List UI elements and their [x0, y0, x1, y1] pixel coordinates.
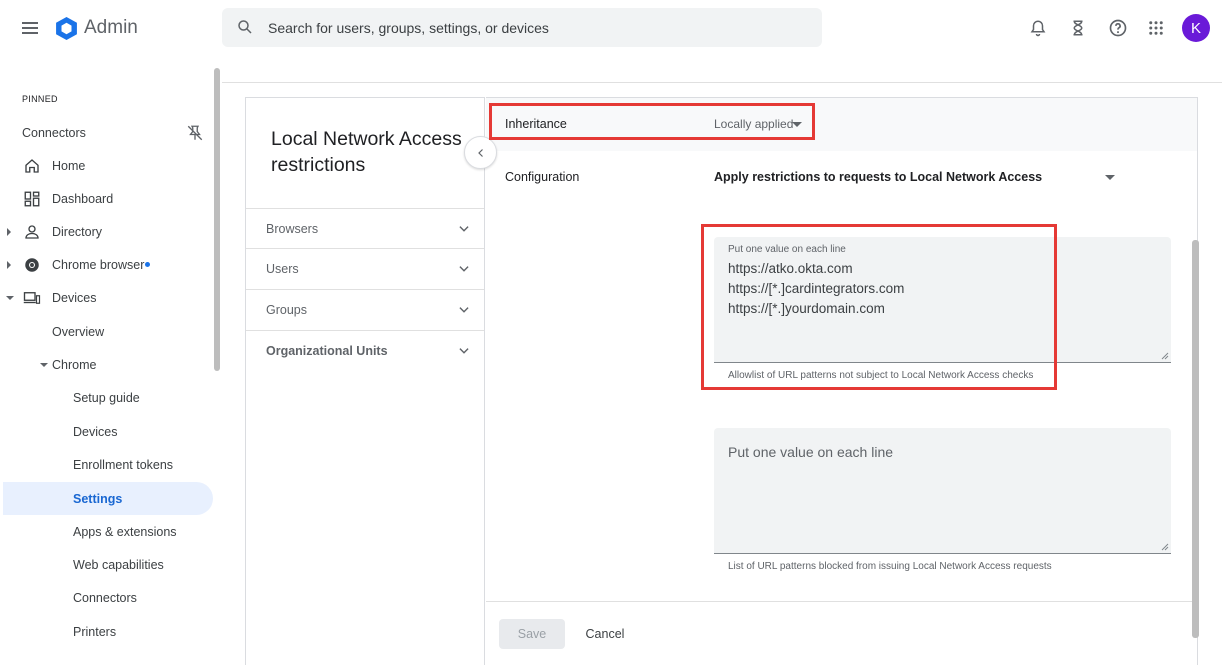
- menu-icon[interactable]: [18, 16, 42, 40]
- person-icon: [25, 225, 39, 239]
- help-icon[interactable]: [1106, 16, 1130, 40]
- search-bar[interactable]: [222, 8, 822, 47]
- allowlist-line: https://[*.]yourdomain.com: [728, 301, 885, 316]
- sidebar-item-apps-extensions[interactable]: Apps & extensions: [0, 515, 214, 548]
- collapse-caret-icon[interactable]: [40, 363, 48, 367]
- chevron-down-icon: [459, 226, 469, 232]
- sidebar-item-label: Web capabilities: [73, 557, 164, 572]
- sidebar-item-label: Devices: [52, 290, 97, 305]
- dashboard-icon: [24, 191, 40, 207]
- apps-grid-icon[interactable]: [1144, 16, 1168, 40]
- home-icon: [25, 159, 39, 173]
- sidebar-item-label: Printers: [73, 624, 117, 639]
- allowlist-helper-text: Allowlist of URL patterns not subject to…: [728, 370, 1034, 381]
- configuration-label: Configuration: [505, 170, 580, 184]
- sidebar-item-overview[interactable]: Overview: [0, 315, 214, 348]
- sidebar-item-devices-sub[interactable]: Devices: [0, 415, 214, 448]
- sidebar-scrollbar[interactable]: [214, 68, 220, 371]
- sidebar-item-chrome-browser[interactable]: Chrome browser: [0, 248, 214, 281]
- allowlist-line: https://atko.okta.com: [728, 261, 853, 276]
- blocklist-helper-text: List of URL patterns blocked from issuin…: [728, 561, 1052, 572]
- cancel-button[interactable]: Cancel: [574, 619, 636, 649]
- collapse-caret-icon[interactable]: [6, 296, 14, 300]
- chevron-left-icon: [477, 148, 483, 157]
- inheritance-dropdown[interactable]: Locally applied: [714, 117, 793, 131]
- search-icon: [238, 20, 252, 34]
- resize-handle-icon[interactable]: [1161, 352, 1169, 360]
- policy-side-panel: Local Network Access restrictions Browse…: [245, 97, 485, 665]
- allowlist-label: Put one value on each line: [728, 244, 846, 255]
- chevron-down-icon: [459, 307, 469, 313]
- configuration-dropdown[interactable]: Apply restrictions to requests to Local …: [714, 170, 1042, 184]
- sidebar-item-label: Connectors: [73, 590, 137, 605]
- dropdown-arrow-icon[interactable]: [792, 122, 802, 127]
- save-button[interactable]: Save: [499, 619, 565, 649]
- sidebar-item-label: Chrome: [52, 357, 97, 372]
- sidebar-item-home[interactable]: Home: [0, 149, 214, 182]
- resize-handle-icon[interactable]: [1161, 543, 1169, 551]
- sidebar-item-settings[interactable]: Settings: [3, 482, 213, 515]
- admin-logo: [56, 17, 77, 40]
- sidebar-item-label: Devices: [73, 424, 118, 439]
- new-indicator-dot: [145, 262, 150, 267]
- sidebar-item-dashboard[interactable]: Dashboard: [0, 182, 214, 215]
- hourglass-icon[interactable]: [1066, 16, 1090, 40]
- filter-label: Users: [266, 262, 299, 276]
- collapse-panel-button[interactable]: [464, 136, 497, 169]
- allowlist-line: https://[*.]cardintegrators.com: [728, 281, 905, 296]
- footer-divider: [486, 601, 1197, 602]
- sidebar-item-label: Overview: [52, 324, 105, 339]
- sidebar-item-label: Directory: [52, 224, 103, 239]
- avatar[interactable]: K: [1182, 14, 1210, 42]
- sidebar-item-printers[interactable]: Printers: [0, 615, 214, 648]
- expand-caret-icon[interactable]: [7, 261, 11, 269]
- main-divider: [222, 82, 1222, 83]
- blocklist-textarea[interactable]: Put one value on each line: [714, 428, 1171, 554]
- panel-title: Local Network Access restrictions: [271, 128, 462, 176]
- chevron-down-icon: [459, 348, 469, 354]
- chevron-down-icon: [459, 266, 469, 272]
- chrome-icon: [25, 258, 39, 272]
- filter-label: Organizational Units: [266, 344, 388, 358]
- sidebar-item-label: Home: [52, 158, 86, 173]
- filter-label: Browsers: [266, 222, 319, 236]
- inheritance-row: [486, 98, 1197, 151]
- devices-icon: [23, 292, 41, 304]
- pinned-item-label: Connectors: [22, 125, 86, 140]
- sidebar-item-devices[interactable]: Devices: [0, 281, 214, 314]
- top-bar: Admin K: [0, 0, 1222, 56]
- filter-label: Groups: [266, 303, 307, 317]
- settings-scrollbar[interactable]: [1192, 240, 1199, 638]
- allowlist-values: https://atko.okta.com https://[*.]cardin…: [728, 259, 904, 319]
- pinned-heading: PINNED: [22, 94, 58, 104]
- sidebar-item-label: Settings: [73, 491, 123, 506]
- bell-icon[interactable]: [1026, 16, 1050, 40]
- sidebar-item-label: Dashboard: [52, 191, 114, 206]
- sidebar-item-enrollment-tokens[interactable]: Enrollment tokens: [0, 448, 214, 481]
- sidebar-item-directory[interactable]: Directory: [0, 215, 214, 248]
- sidebar-item-connectors[interactable]: Connectors: [0, 581, 214, 614]
- left-nav: PINNED Connectors Home Dashboard Directo…: [0, 56, 222, 665]
- sidebar-item-label: Setup guide: [73, 390, 140, 405]
- dropdown-arrow-icon[interactable]: [1105, 175, 1115, 180]
- pinned-item-connectors[interactable]: Connectors: [0, 116, 214, 149]
- blocklist-placeholder: Put one value on each line: [728, 444, 894, 460]
- inheritance-label: Inheritance: [505, 117, 567, 131]
- policy-settings-panel: Inheritance Locally applied Configuratio…: [486, 97, 1198, 665]
- sidebar-item-web-capabilities[interactable]: Web capabilities: [0, 548, 214, 581]
- filter-organizational-units[interactable]: Organizational Units: [246, 330, 484, 371]
- expand-caret-icon[interactable]: [7, 228, 11, 236]
- filter-browsers[interactable]: Browsers: [246, 208, 484, 249]
- sidebar-item-label: Enrollment tokens: [73, 457, 174, 472]
- allowlist-textarea[interactable]: Put one value on each line https://atko.…: [714, 237, 1171, 363]
- sidebar-item-label: Apps & extensions: [73, 524, 177, 539]
- filter-groups[interactable]: Groups: [246, 289, 484, 330]
- filter-users[interactable]: Users: [246, 248, 484, 289]
- search-input[interactable]: [268, 8, 808, 47]
- sidebar-item-label: Chrome browser: [52, 257, 145, 272]
- unpin-icon[interactable]: [186, 124, 204, 142]
- app-title[interactable]: Admin: [84, 17, 138, 39]
- sidebar-item-chrome[interactable]: Chrome: [0, 348, 214, 381]
- sidebar-item-setup-guide[interactable]: Setup guide: [0, 381, 214, 414]
